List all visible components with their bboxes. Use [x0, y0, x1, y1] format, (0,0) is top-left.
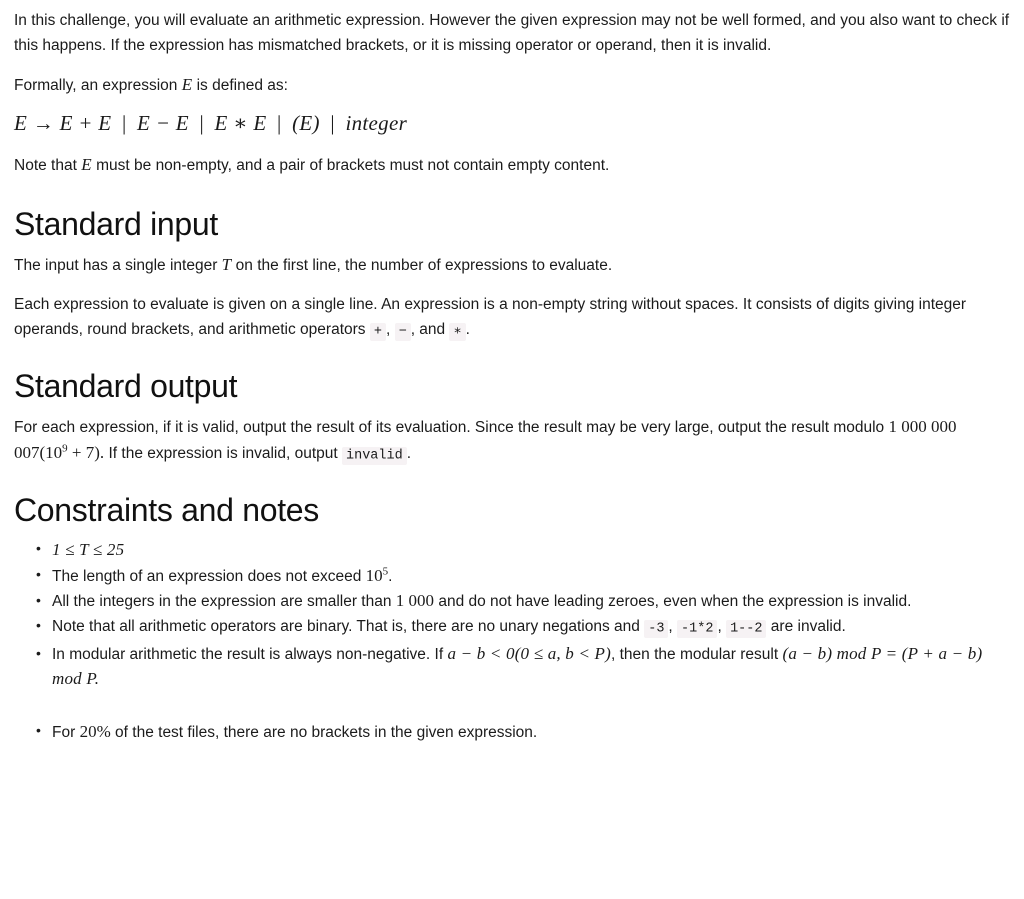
constraint-length-text-1: The length of an expression does not exc…	[52, 567, 362, 585]
code-operator-times: ∗	[449, 322, 466, 341]
code-invalid-keyword: invalid	[342, 446, 407, 465]
standard-output-paragraph-1: For each expression, if it is valid, out…	[14, 414, 1010, 468]
modulus-paren-close: ).	[94, 443, 105, 462]
problem-statement-page: In this challenge, you will evaluate an …	[0, 0, 1024, 744]
input-text-part1: The input has a single integer	[14, 257, 218, 274]
note-symbol-e: E	[81, 155, 92, 174]
note-suffix: must be non-empty, and a pair of bracket…	[96, 157, 610, 174]
grammar-alt-3: E ∗ E	[214, 111, 267, 135]
expression-symbol-e: E	[181, 75, 193, 94]
grammar-separator-3: |	[277, 111, 282, 135]
intro-paragraph-1: In this challenge, you will evaluate an …	[14, 12, 1010, 54]
constraint-binary-text-2: are invalid.	[770, 618, 846, 635]
code-operator-minus: −	[394, 322, 411, 341]
grammar-alt-1: E + E	[59, 111, 112, 135]
list-item: 1 ≤ T ≤ 25	[36, 537, 1010, 563]
constraint-modular-text-2: , then the modular result	[611, 645, 779, 663]
example-sep-1: ,	[668, 618, 673, 635]
formally-prefix: Formally, an expression	[14, 77, 178, 94]
constraint-modular-text-1: In modular arithmetic the result is alwa…	[52, 645, 444, 663]
constraint-integer-bound: 1 000	[395, 591, 435, 610]
list-item: Note that all arithmetic operators are b…	[36, 614, 1010, 641]
grammar-separator-1: |	[121, 111, 127, 135]
modulus-exponent: 9	[62, 442, 68, 455]
constraint-integer-text-1: All the integers in the expression are s…	[52, 593, 392, 610]
code-invalid-example-2: -1*2	[677, 619, 718, 638]
list-item: The length of an expression does not exc…	[36, 563, 1010, 589]
constraint-integer-text-2: and do not have leading zeroes, even whe…	[438, 593, 912, 610]
list-item: For 20% of the test files, there are no …	[36, 719, 1010, 745]
formally-suffix: is defined as:	[196, 77, 288, 94]
list-item: In modular arithmetic the result is alwa…	[36, 641, 1010, 692]
grammar-production: E → E + E | E − E | E ∗ E | (E) | intege…	[14, 108, 1010, 138]
list-spacer	[52, 693, 1010, 719]
output-period: .	[406, 445, 412, 462]
constraint-subtask-text-1: For	[52, 723, 76, 741]
grammar-alt-4: (E)	[292, 111, 320, 135]
constraint-subtask-percent: 20%	[79, 721, 111, 741]
modulus-plus-seven: + 7	[71, 443, 95, 462]
code-invalid-example-1: -3	[644, 619, 669, 638]
constraint-modular-math-1: a − b < 0(0 ≤ a, b < P)	[447, 643, 612, 663]
modulus-paren-open: (10	[39, 443, 63, 462]
note-prefix: Note that	[14, 157, 77, 174]
grammar-alt-5: integer	[345, 111, 408, 135]
output-text-part1: For each expression, if it is valid, out…	[14, 419, 885, 436]
standard-input-paragraph-1: The input has a single integer T on the …	[14, 252, 1010, 278]
output-modulus-power: (109 + 7).	[40, 443, 105, 462]
heading-standard-output: Standard output	[14, 368, 238, 404]
list-item: All the integers in the expression are s…	[36, 588, 1010, 614]
grammar-separator-2: |	[199, 111, 204, 135]
grammar-arrow-icon: →	[32, 111, 55, 135]
constraint-length-math: 105	[365, 565, 389, 585]
standard-input-paragraph-2: Each expression to evaluate is given on …	[14, 292, 1010, 344]
output-text-part2: If the expression is invalid, output	[108, 445, 338, 462]
intro-paragraph-2: Formally, an expression E is defined as:	[14, 72, 1010, 98]
input-operators-text: Each expression to evaluate is given on …	[14, 296, 967, 338]
length-base: 10	[365, 565, 383, 585]
input-text-part2: on the first line, the number of express…	[235, 257, 613, 274]
example-sep-2: ,	[717, 618, 722, 635]
intro-note: Note that E must be non-empty, and a pai…	[14, 152, 1010, 178]
constraint-subtask-text-2: of the test files, there are no brackets…	[115, 723, 538, 741]
heading-standard-input: Standard input	[14, 206, 218, 242]
constraint-t-range-math: 1 ≤ T ≤ 25	[52, 540, 125, 559]
constraints-list: 1 ≤ T ≤ 25 The length of an expression d…	[14, 537, 1010, 745]
operator-comma-1: ,	[385, 321, 391, 338]
constraint-binary-text-1: Note that all arithmetic operators are b…	[52, 618, 640, 635]
operator-period: .	[465, 321, 470, 338]
grammar-alt-2: E − E	[137, 111, 189, 135]
input-symbol-t: T	[221, 255, 232, 274]
grammar-separator-4: |	[330, 111, 335, 135]
operator-comma-2: , and	[410, 321, 446, 338]
code-operator-plus: +	[369, 322, 386, 341]
constraint-length-text-2: .	[388, 567, 393, 585]
code-invalid-example-3: 1--2	[726, 619, 767, 638]
heading-constraints-and-notes: Constraints and notes	[14, 492, 319, 528]
grammar-lhs: E	[14, 111, 28, 135]
